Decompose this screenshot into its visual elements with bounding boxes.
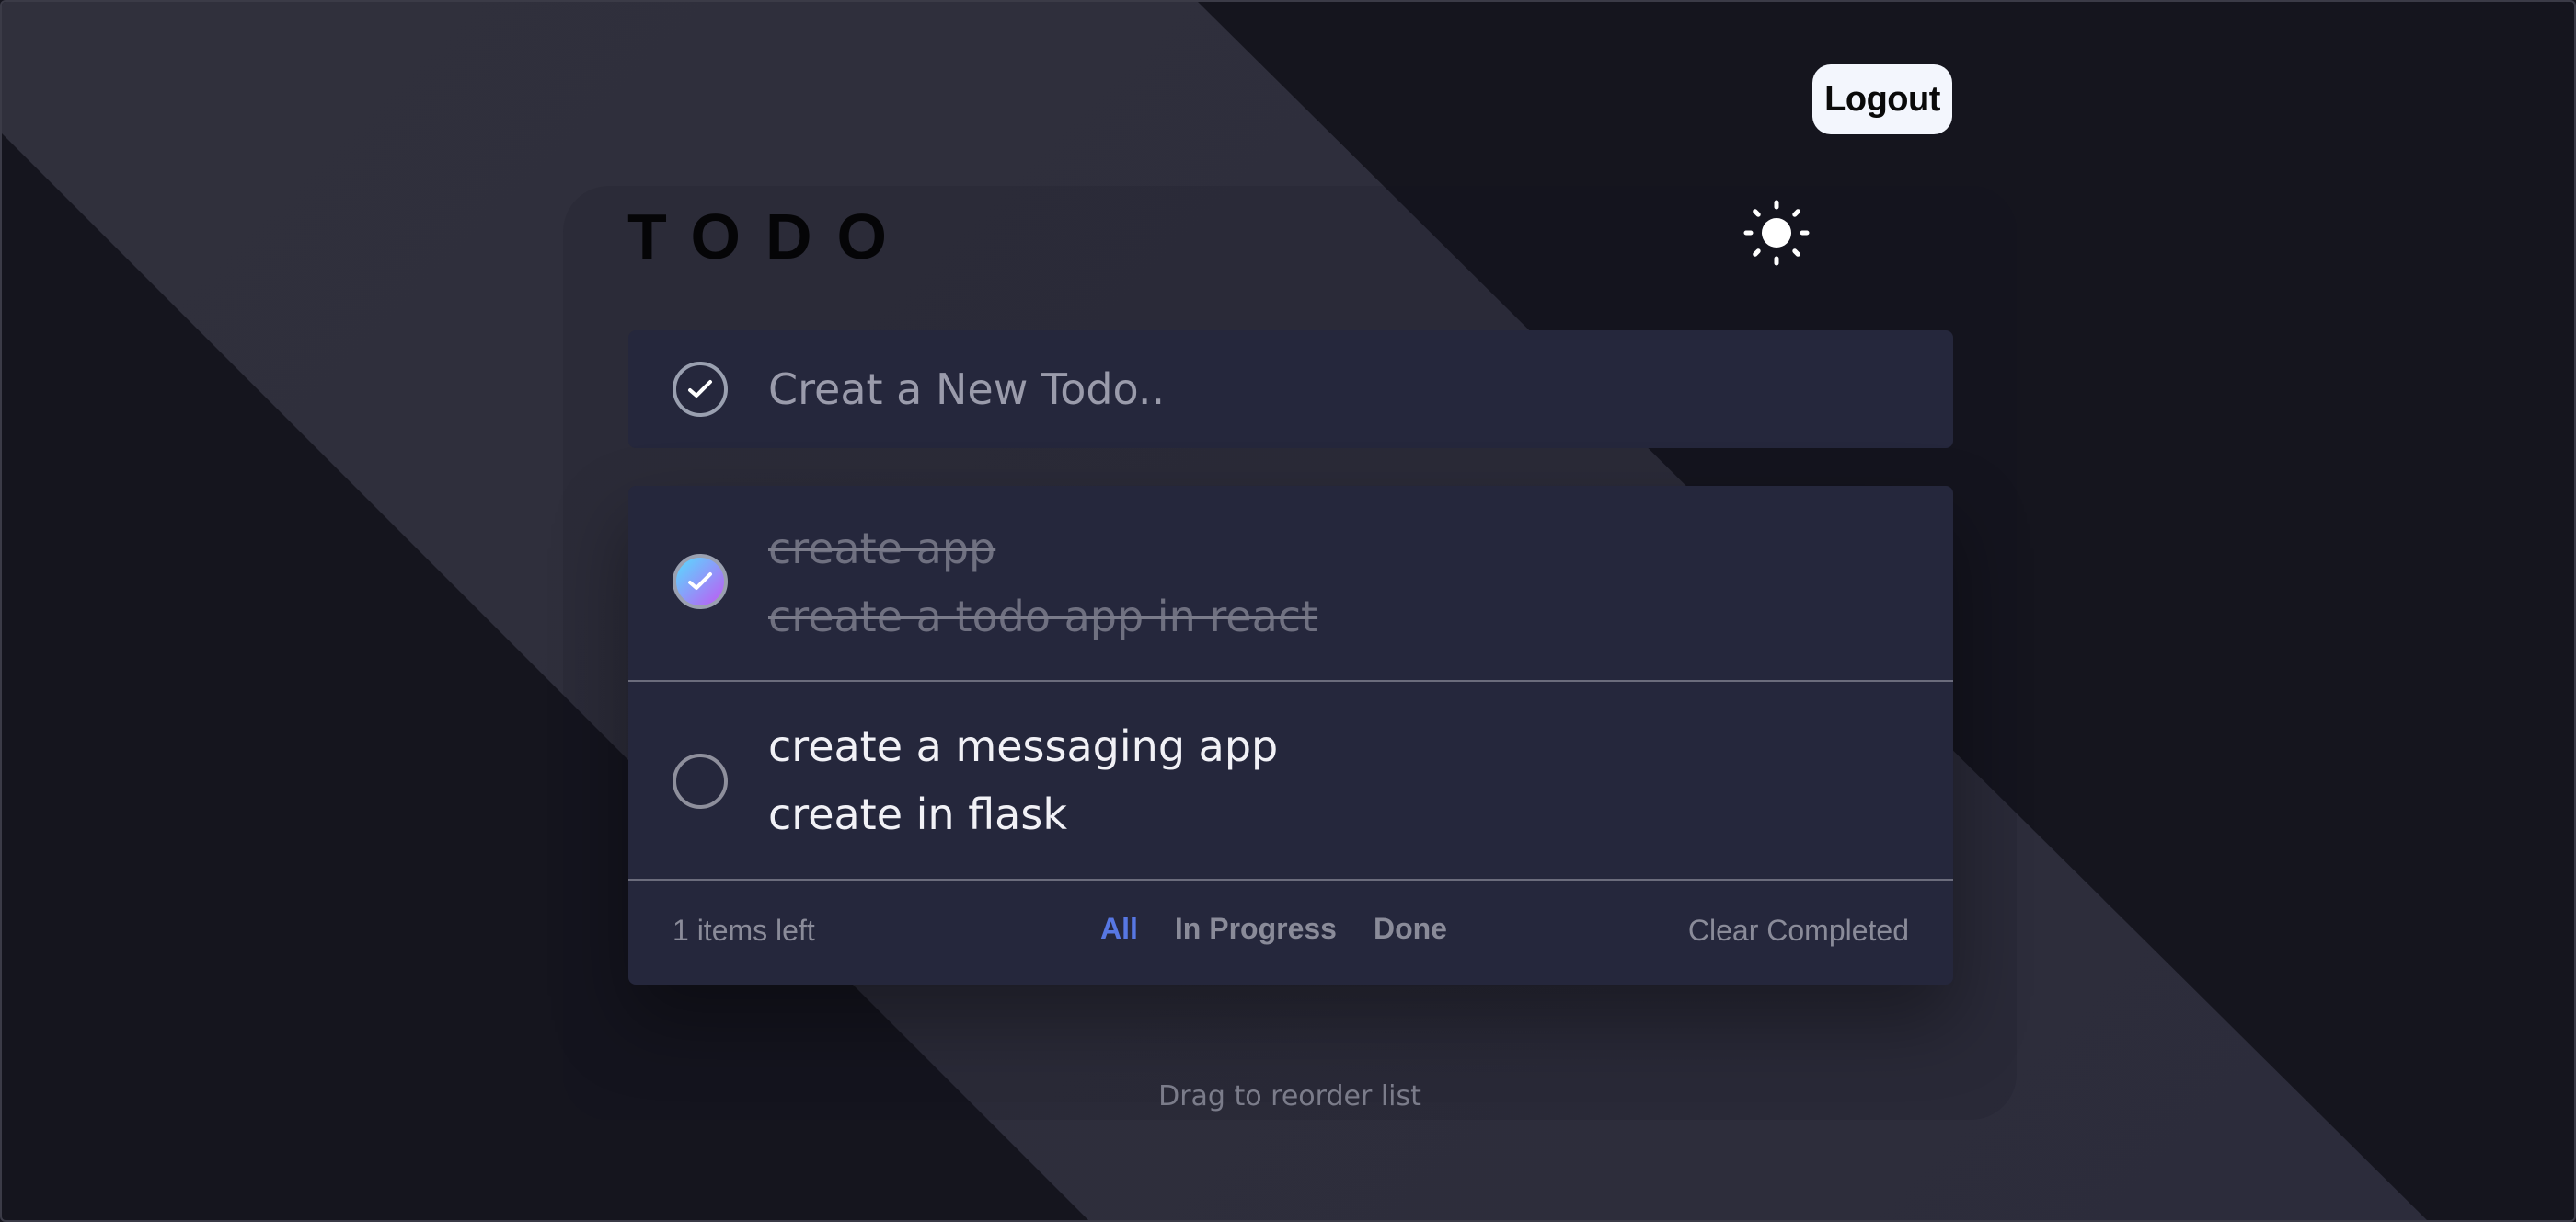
filter-all[interactable]: All [1100, 912, 1138, 946]
todo-title: create a messaging app [768, 721, 1279, 771]
todo-description: create a todo app in react [768, 592, 1318, 641]
app-screen: Logout TODO Creat a New Todo.. create ap… [0, 0, 2576, 1222]
filter-group: All In Progress Done [1100, 912, 1447, 946]
filter-in-progress[interactable]: In Progress [1175, 912, 1337, 946]
todo-item-completed[interactable]: create app create a todo app in react [628, 486, 1953, 682]
todo-item-active[interactable]: create a messaging app create in flask [628, 682, 1953, 881]
check-icon [688, 572, 712, 590]
filter-done[interactable]: Done [1374, 912, 1447, 946]
items-left-count: 1 items left [673, 914, 815, 947]
new-todo-input[interactable] [768, 351, 1909, 428]
todo-footer: 1 items left All In Progress Done Clear … [628, 881, 1953, 985]
sun-icon[interactable] [1742, 199, 1811, 267]
clear-completed-button[interactable]: Clear Completed [1688, 914, 1909, 948]
todo-checkbox-checked[interactable] [673, 554, 728, 609]
check-icon [688, 380, 712, 398]
todo-list: create app create a todo app in react cr… [628, 486, 1953, 985]
new-todo-bar [628, 330, 1953, 448]
new-todo-submit-check[interactable] [673, 362, 728, 417]
drag-hint: Drag to reorder list [1158, 1080, 1421, 1112]
todo-checkbox-unchecked[interactable] [673, 754, 728, 809]
page-title: TODO [627, 201, 912, 272]
todo-description: create in flask [768, 790, 1067, 839]
logout-button[interactable]: Logout [1812, 64, 1952, 134]
todo-title: create app [768, 524, 996, 573]
